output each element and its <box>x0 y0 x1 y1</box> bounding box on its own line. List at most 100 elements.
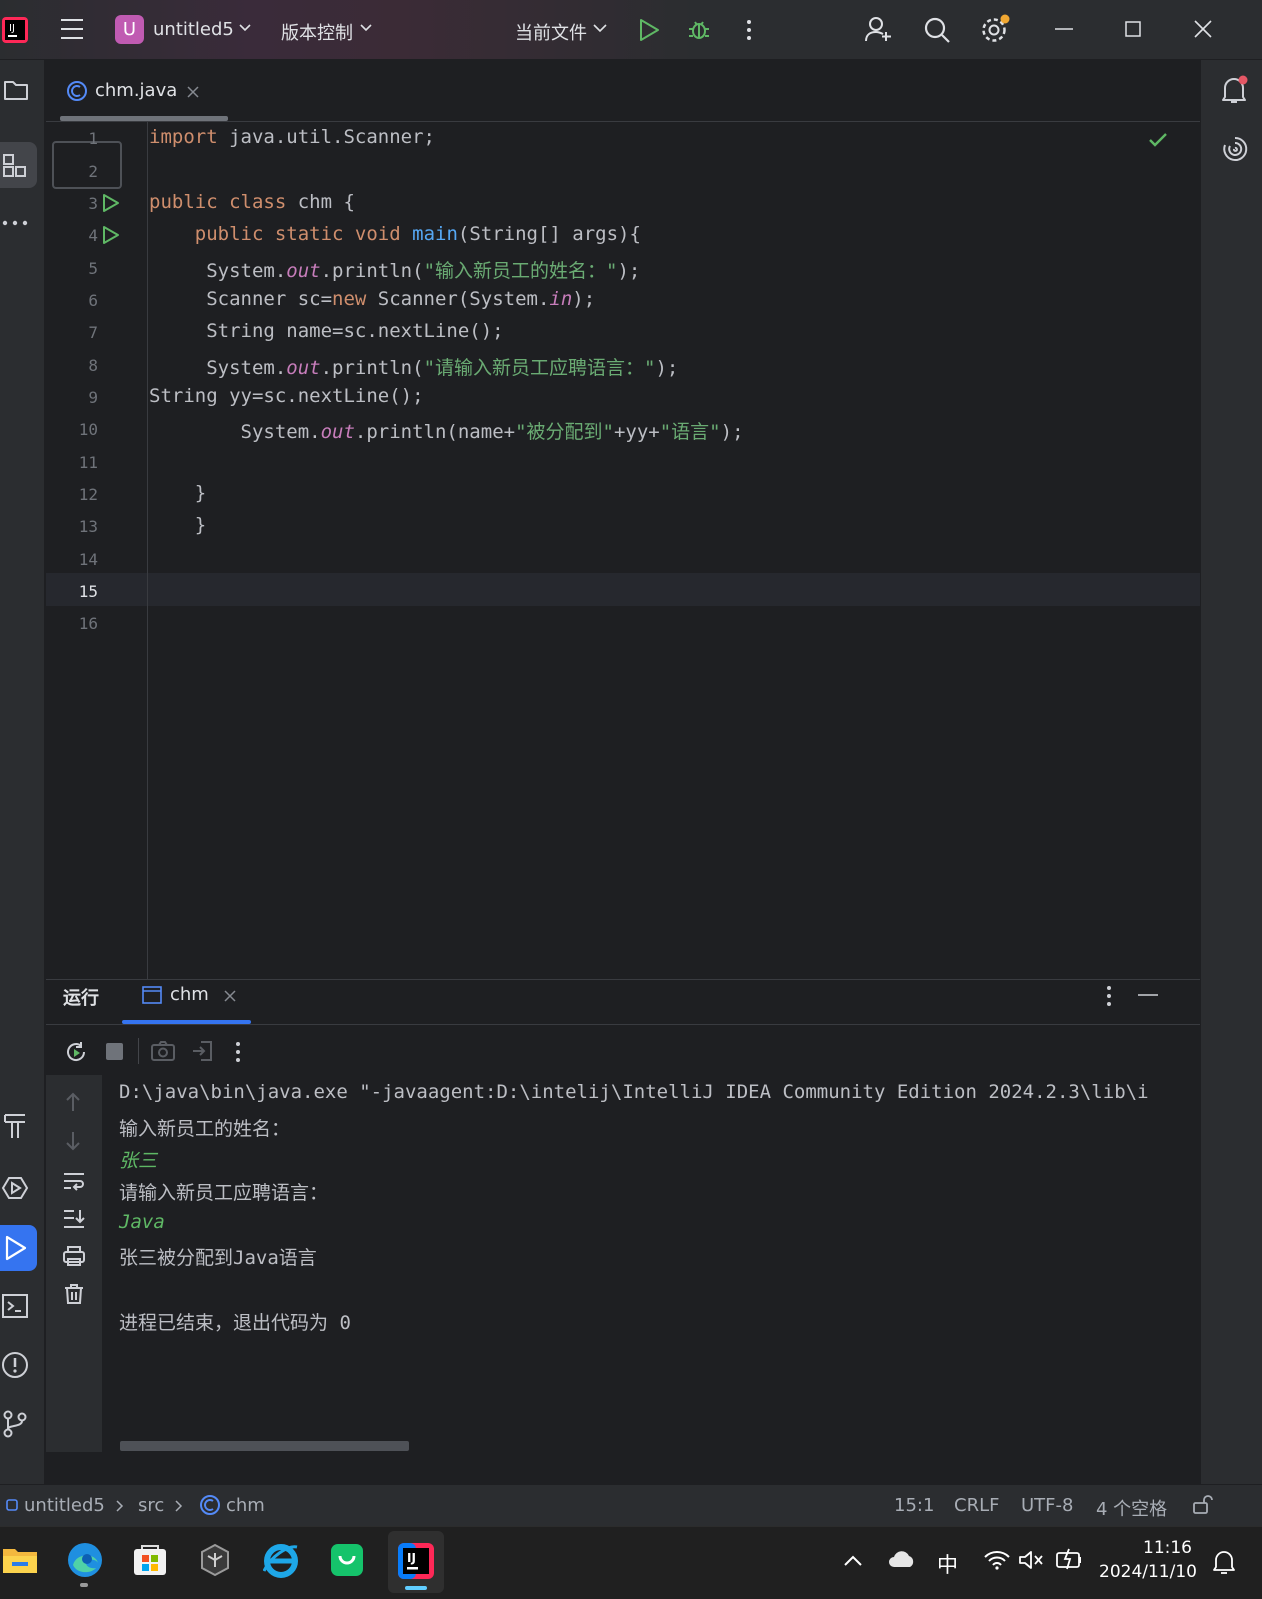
java-class-icon <box>67 81 87 101</box>
chevron-down-icon[interactable] <box>593 24 607 33</box>
more-vertical-icon[interactable] <box>1106 985 1112 1007</box>
chevron-down-icon[interactable] <box>360 24 372 32</box>
build-icon[interactable] <box>2 1112 28 1140</box>
unity-hub-icon[interactable] <box>198 1543 232 1577</box>
project-badge[interactable]: U <box>115 15 144 44</box>
breadcrumb-project[interactable]: untitled5 <box>24 1495 105 1516</box>
chevron-down-icon[interactable] <box>239 24 251 32</box>
line-number: 6 <box>88 291 98 310</box>
run-config-selector[interactable]: 当前文件 <box>515 19 587 45</box>
add-user-icon[interactable] <box>865 15 893 43</box>
stop-button[interactable] <box>106 1043 123 1060</box>
notification-bell-icon[interactable] <box>1212 1549 1236 1575</box>
console-line: 张三被分配到Java语言 <box>119 1247 317 1269</box>
indent-setting[interactable]: 4 个空格 <box>1096 1495 1167 1521</box>
line-number: 16 <box>78 614 98 633</box>
hide-panel-icon[interactable] <box>1138 994 1158 996</box>
line-number: 2 <box>88 162 98 181</box>
breadcrumb-class[interactable]: chm <box>226 1495 265 1516</box>
breadcrumb-src[interactable]: src <box>138 1495 164 1516</box>
scroll-to-end-icon[interactable] <box>62 1208 86 1230</box>
settings-icon[interactable] <box>980 14 1012 44</box>
line-number: 7 <box>88 323 98 342</box>
maximize-icon[interactable] <box>1125 21 1141 37</box>
run-tool-button[interactable] <box>0 1225 37 1271</box>
rerun-icon[interactable] <box>64 1040 88 1064</box>
code-line-13: } <box>149 514 207 536</box>
file-explorer-icon[interactable] <box>2 1545 38 1575</box>
left-tool-strip <box>0 60 45 1484</box>
code-line-7: String name=sc.nextLine(); <box>149 320 504 342</box>
close-tab-icon[interactable] <box>187 86 199 98</box>
close-window-icon[interactable] <box>1194 20 1212 38</box>
console-input-line: Java <box>119 1211 165 1233</box>
console-line: 进程已结束，退出代码为 0 <box>119 1312 351 1334</box>
structure-tool-button[interactable] <box>0 142 37 188</box>
more-vertical-icon[interactable] <box>746 19 752 41</box>
search-icon[interactable] <box>923 16 951 44</box>
more-tools-icon[interactable] <box>2 220 28 226</box>
line-number: 9 <box>88 388 98 407</box>
login-icon[interactable] <box>191 1040 213 1062</box>
code-line-8: System.out.println("请输入新员工应聘语言："); <box>149 357 679 379</box>
tab-chm-java[interactable]: chm.java <box>60 60 232 122</box>
line-gutter: 1 2 3 4 5 6 7 8 9 10 11 12 13 14 15 16 <box>46 122 148 979</box>
clock-date[interactable]: 2024/11/10 <box>1099 1562 1197 1582</box>
debug-icon[interactable] <box>686 16 712 42</box>
intellij-logo-icon[interactable]: IJ <box>2 17 28 43</box>
wifi-icon[interactable] <box>983 1549 1011 1571</box>
notifications-icon[interactable] <box>1221 74 1249 106</box>
close-tab-icon[interactable] <box>224 990 236 1002</box>
file-encoding[interactable]: UTF-8 <box>1021 1495 1073 1516</box>
git-icon[interactable] <box>2 1410 28 1438</box>
camera-icon[interactable] <box>151 1040 175 1062</box>
code-editor[interactable]: 1 2 3 4 5 6 7 8 9 10 11 12 13 14 15 16 i… <box>46 122 1200 979</box>
arrow-down-icon[interactable] <box>65 1131 81 1151</box>
more-vertical-icon[interactable] <box>235 1041 241 1063</box>
microsoft-store-icon[interactable] <box>132 1543 168 1577</box>
volume-muted-icon[interactable] <box>1018 1549 1044 1571</box>
chevron-up-icon[interactable] <box>844 1555 862 1567</box>
battery-charging-icon[interactable] <box>1055 1547 1083 1571</box>
terminal-icon[interactable] <box>2 1293 28 1319</box>
minimize-icon[interactable] <box>1055 28 1073 30</box>
line-number: 4 <box>88 226 98 245</box>
project-name[interactable]: untitled5 <box>153 19 234 40</box>
code-line-10: System.out.println(name+"被分配到"+yy+"语言"); <box>149 421 744 443</box>
horizontal-scrollbar[interactable] <box>120 1441 409 1451</box>
line-number: 5 <box>88 259 98 278</box>
run-icon[interactable] <box>638 18 660 42</box>
arrow-up-icon[interactable] <box>65 1092 81 1112</box>
unlock-icon[interactable] <box>1192 1495 1214 1515</box>
code-line-4: public static void main(String[] args){ <box>194 223 641 245</box>
caret-position[interactable]: 15:1 <box>894 1495 934 1516</box>
onedrive-icon[interactable] <box>888 1549 916 1569</box>
ie-browser-icon[interactable] <box>262 1543 299 1579</box>
vcs-menu[interactable]: 版本控制 <box>281 19 353 45</box>
services-icon[interactable] <box>1 1174 29 1202</box>
clock-time[interactable]: 11:16 <box>1143 1538 1192 1558</box>
run-gutter-icon[interactable] <box>102 225 120 245</box>
chat-app-icon[interactable] <box>330 1543 364 1577</box>
problems-icon[interactable] <box>1 1351 29 1379</box>
os-taskbar: IJ 中 11:16 2024/11/10 <box>0 1526 1262 1599</box>
run-gutter-icon[interactable] <box>102 193 120 213</box>
ime-indicator[interactable]: 中 <box>937 1549 958 1579</box>
line-number: 15 <box>78 582 98 601</box>
java-class-icon <box>200 1495 220 1515</box>
code-line-3: public class chm { <box>149 191 355 213</box>
edge-icon[interactable] <box>66 1541 104 1587</box>
folder-icon[interactable] <box>3 79 29 101</box>
soft-wrap-icon[interactable] <box>62 1171 86 1191</box>
line-separator[interactable]: CRLF <box>954 1495 999 1516</box>
trash-icon[interactable] <box>64 1283 84 1305</box>
code-line-1: import java.util.Scanner; <box>149 126 435 148</box>
tab-chm-run[interactable]: chm <box>122 980 252 1024</box>
ai-assistant-icon[interactable] <box>1221 135 1249 163</box>
print-icon[interactable] <box>62 1245 86 1267</box>
chevron-right-icon <box>175 1500 183 1512</box>
console-line: 请输入新员工应聘语言： <box>119 1182 329 1204</box>
main-menu-icon[interactable] <box>60 18 84 40</box>
intellij-taskbar-button[interactable]: IJ <box>388 1531 444 1593</box>
structure-icon <box>3 154 26 177</box>
